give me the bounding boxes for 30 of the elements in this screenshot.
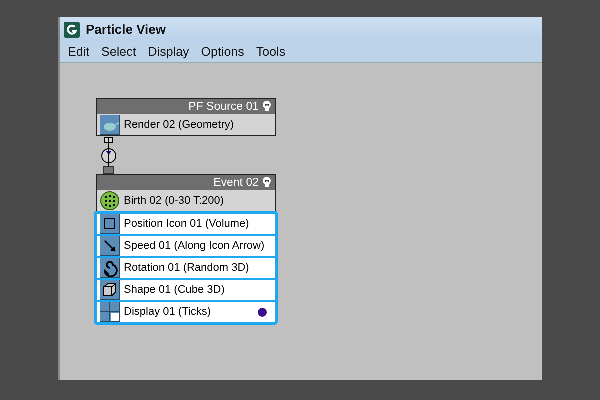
arrow-icon [100,236,120,256]
menu-item[interactable]: Edit [62,45,96,59]
menu-item[interactable]: Display [142,45,196,59]
node-title: Event 02 [214,176,259,188]
operator-row[interactable]: Rotation 01 (Random 3D) [97,258,275,278]
operator-label: Display 01 (Ticks) [124,306,212,318]
operator-label: Shape 01 (Cube 3D) [124,284,226,296]
connector-drawing [102,138,116,174]
operator-row[interactable]: Shape 01 (Cube 3D) [97,280,275,300]
event-node[interactable]: Event 02 Birth 02 (0-30 T:200) Position Icon 01 (Volume) Speed 01 (Along Icon Arrow) Rotation 01 (Random 3D) Shape 01 (Cube 3D) Display 01 (Ticks) [96,174,276,323]
grid-icon [100,302,120,322]
menu-item[interactable]: Options [195,45,250,59]
menu-item[interactable]: Select [96,45,142,59]
dotted-circle-icon [100,190,120,210]
operator-label: Speed 01 (Along Icon Arrow) [124,240,266,252]
operator-label: Render 02 (Geometry) [124,118,236,130]
operator-label: Rotation 01 (Random 3D) [124,262,250,274]
spiral-icon [100,258,120,278]
operator-row[interactable]: Display 01 (Ticks) [97,302,275,322]
operator-row[interactable]: Position Icon 01 (Volume) [97,214,275,234]
app-logo-icon [64,22,80,38]
operator-label: Birth 02 (0-30 T:200) [124,194,226,206]
menu-item[interactable]: Tools [250,45,292,59]
operator-label: Position Icon 01 (Volume) [124,218,250,230]
square-frame-icon [100,214,120,234]
cube-icon [100,280,120,300]
node-title: PF Source 01 [188,100,259,112]
window-title: Particle View [86,22,166,37]
operator-row[interactable]: Speed 01 (Along Icon Arrow) [97,236,275,256]
event-node[interactable]: PF Source 01 Render 02 (Geometry) [96,98,276,136]
